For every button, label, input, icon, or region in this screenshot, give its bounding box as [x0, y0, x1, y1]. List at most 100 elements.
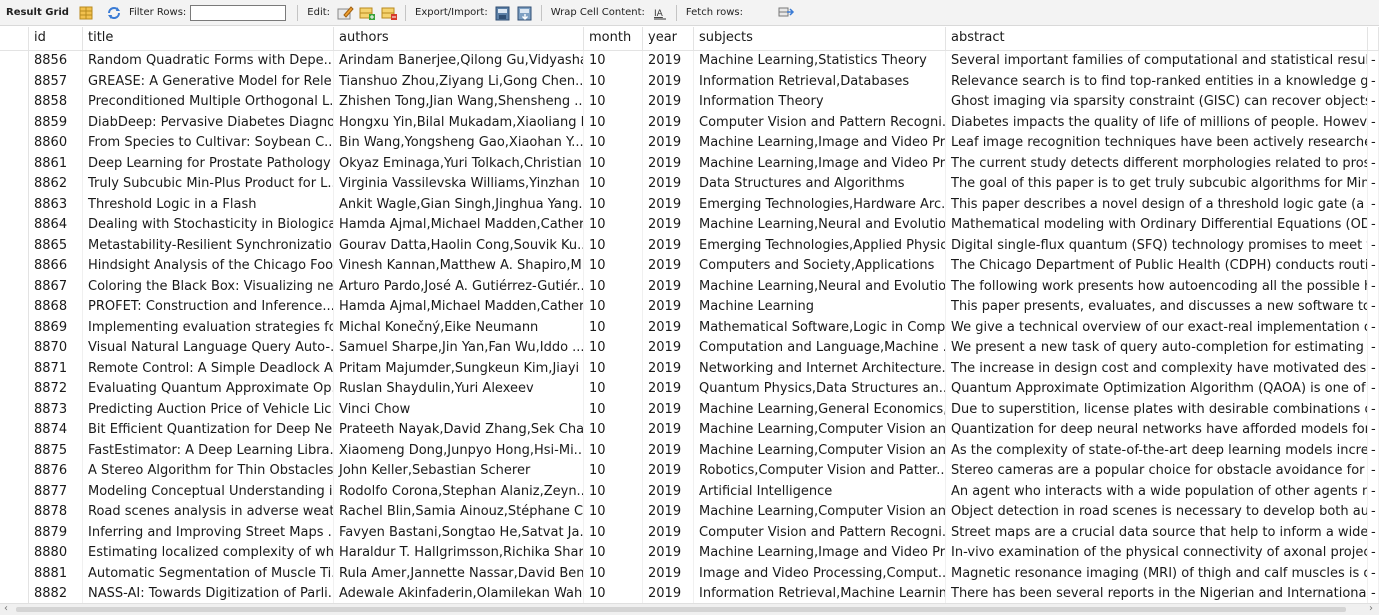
table-row[interactable]: 8867 Coloring the Black Box: Visualizing … — [0, 276, 1379, 297]
row-gutter[interactable] — [0, 379, 29, 400]
cell-abstract[interactable]: Several important families of computatio… — [946, 51, 1368, 72]
cell-month[interactable]: 10 — [584, 563, 643, 584]
cell-authors[interactable]: Zhishen Tong,Jian Wang,Shensheng ... — [334, 92, 584, 113]
cell-title[interactable]: Predicting Auction Price of Vehicle Lic.… — [83, 399, 334, 420]
cell-year[interactable]: 2019 — [643, 440, 694, 461]
cell-authors[interactable]: Arindam Banerjee,Qilong Gu,Vidyasha... — [334, 51, 584, 72]
cell-month[interactable]: 10 — [584, 153, 643, 174]
cell-title[interactable]: From Species to Cultivar: Soybean C... — [83, 133, 334, 154]
cell-abstract[interactable]: The goal of this paper is to get truly s… — [946, 174, 1368, 195]
cell-abstract[interactable]: Stereo cameras are a popular choice for … — [946, 461, 1368, 482]
cell-extra[interactable]: - — [1368, 399, 1379, 420]
row-gutter[interactable] — [0, 194, 29, 215]
table-row[interactable]: 8869 Implementing evaluation strategies f… — [0, 317, 1379, 338]
column-header-authors[interactable]: authors — [334, 27, 584, 50]
cell-id[interactable]: 8865 — [29, 235, 83, 256]
row-gutter[interactable] — [0, 481, 29, 502]
cell-authors[interactable]: Rodolfo Corona,Stephan Alaniz,Zeyn... — [334, 481, 584, 502]
cell-title[interactable]: NASS-AI: Towards Digitization of Parli..… — [83, 584, 334, 603]
cell-extra[interactable]: - — [1368, 317, 1379, 338]
cell-authors[interactable]: Samuel Sharpe,Jin Yan,Fan Wu,Iddo ... — [334, 338, 584, 359]
cell-extra[interactable]: - — [1368, 379, 1379, 400]
cell-title[interactable]: Evaluating Quantum Approximate Op... — [83, 379, 334, 400]
cell-authors[interactable]: Hamda Ajmal,Michael Madden,Catheri... — [334, 297, 584, 318]
cell-year[interactable]: 2019 — [643, 338, 694, 359]
table-row[interactable]: 8863 Threshold Logic in a Flash Ankit Wagl… — [0, 194, 1379, 215]
cell-subjects[interactable]: Computer Vision and Pattern Recogni... — [694, 112, 946, 133]
cell-abstract[interactable]: This paper presents, evaluates, and disc… — [946, 297, 1368, 318]
cell-id[interactable]: 8857 — [29, 71, 83, 92]
cell-year[interactable]: 2019 — [643, 276, 694, 297]
cell-month[interactable]: 10 — [584, 502, 643, 523]
cell-year[interactable]: 2019 — [643, 153, 694, 174]
cell-id[interactable]: 8859 — [29, 112, 83, 133]
cell-abstract[interactable]: Quantization for deep neural networks ha… — [946, 420, 1368, 441]
cell-subjects[interactable]: Machine Learning,Image and Video Pr... — [694, 543, 946, 564]
cell-month[interactable]: 10 — [584, 297, 643, 318]
row-gutter[interactable] — [0, 502, 29, 523]
table-row[interactable]: 8864 Dealing with Stochasticity in Biolog… — [0, 215, 1379, 236]
cell-extra[interactable]: - — [1368, 71, 1379, 92]
row-gutter[interactable] — [0, 563, 29, 584]
cell-id[interactable]: 8871 — [29, 358, 83, 379]
cell-subjects[interactable]: Emerging Technologies,Applied Physics — [694, 235, 946, 256]
cell-year[interactable]: 2019 — [643, 543, 694, 564]
column-header-id[interactable]: id — [29, 27, 83, 50]
column-header-year[interactable]: year — [643, 27, 694, 50]
cell-year[interactable]: 2019 — [643, 502, 694, 523]
cell-abstract[interactable]: Relevance search is to find top-ranked e… — [946, 71, 1368, 92]
cell-title[interactable]: A Stereo Algorithm for Thin Obstacles... — [83, 461, 334, 482]
table-row[interactable]: 8881 Automatic Segmentation of Muscle Ti.… — [0, 563, 1379, 584]
cell-year[interactable]: 2019 — [643, 399, 694, 420]
cell-title[interactable]: Preconditioned Multiple Orthogonal L... — [83, 92, 334, 113]
cell-title[interactable]: Metastability-Resilient Synchronization.… — [83, 235, 334, 256]
cell-abstract[interactable]: Object detection in road scenes is neces… — [946, 502, 1368, 523]
cell-title[interactable]: PROFET: Construction and Inference... — [83, 297, 334, 318]
row-gutter[interactable] — [0, 317, 29, 338]
table-row[interactable]: 8875 FastEstimator: A Deep Learning Libra… — [0, 440, 1379, 461]
cell-id[interactable]: 8880 — [29, 543, 83, 564]
cell-authors[interactable]: Rula Amer,Jannette Nassar,David Ben... — [334, 563, 584, 584]
cell-id[interactable]: 8875 — [29, 440, 83, 461]
cell-abstract[interactable]: The following work presents how autoenco… — [946, 276, 1368, 297]
table-row[interactable]: 8880 Estimating localized complexity of w… — [0, 543, 1379, 564]
row-gutter[interactable] — [0, 461, 29, 482]
cell-year[interactable]: 2019 — [643, 297, 694, 318]
cell-subjects[interactable]: Mathematical Software,Logic in Comp... — [694, 317, 946, 338]
cell-title[interactable]: Threshold Logic in a Flash — [83, 194, 334, 215]
column-header-abstract[interactable]: abstract — [946, 27, 1368, 50]
cell-title[interactable]: DiabDeep: Pervasive Diabetes Diagno... — [83, 112, 334, 133]
cell-extra[interactable]: - — [1368, 358, 1379, 379]
table-row[interactable]: 8873 Predicting Auction Price of Vehicle … — [0, 399, 1379, 420]
table-row[interactable]: 8872 Evaluating Quantum Approximate Op...… — [0, 379, 1379, 400]
cell-abstract[interactable]: Mathematical modeling with Ordinary Diff… — [946, 215, 1368, 236]
table-row[interactable]: 8870 Visual Natural Language Query Auto-.… — [0, 338, 1379, 359]
row-gutter[interactable] — [0, 420, 29, 441]
cell-extra[interactable]: - — [1368, 235, 1379, 256]
cell-month[interactable]: 10 — [584, 215, 643, 236]
cell-title[interactable]: Automatic Segmentation of Muscle Ti... — [83, 563, 334, 584]
row-gutter[interactable] — [0, 256, 29, 277]
cell-id[interactable]: 8864 — [29, 215, 83, 236]
cell-title[interactable]: Deep Learning for Prostate Pathology — [83, 153, 334, 174]
cell-subjects[interactable]: Quantum Physics,Data Structures an... — [694, 379, 946, 400]
cell-abstract[interactable]: Ghost imaging via sparsity constraint (G… — [946, 92, 1368, 113]
cell-month[interactable]: 10 — [584, 543, 643, 564]
cell-title[interactable]: Coloring the Black Box: Visualizing ne..… — [83, 276, 334, 297]
cell-month[interactable]: 10 — [584, 174, 643, 195]
cell-extra[interactable]: - — [1368, 481, 1379, 502]
cell-abstract[interactable]: Magnetic resonance imaging (MRI) of thig… — [946, 563, 1368, 584]
cell-abstract[interactable]: The current study detects different morp… — [946, 153, 1368, 174]
cell-title[interactable]: GREASE: A Generative Model for Rele... — [83, 71, 334, 92]
cell-title[interactable]: Estimating localized complexity of whi..… — [83, 543, 334, 564]
table-row[interactable]: 8879 Inferring and Improving Street Maps … — [0, 522, 1379, 543]
cell-abstract[interactable]: Diabetes impacts the quality of life of … — [946, 112, 1368, 133]
cell-year[interactable]: 2019 — [643, 522, 694, 543]
cell-year[interactable]: 2019 — [643, 584, 694, 603]
cell-year[interactable]: 2019 — [643, 317, 694, 338]
row-gutter[interactable] — [0, 235, 29, 256]
cell-extra[interactable]: - — [1368, 215, 1379, 236]
cell-month[interactable]: 10 — [584, 71, 643, 92]
edit-row-icon[interactable] — [336, 4, 354, 22]
cell-month[interactable]: 10 — [584, 522, 643, 543]
